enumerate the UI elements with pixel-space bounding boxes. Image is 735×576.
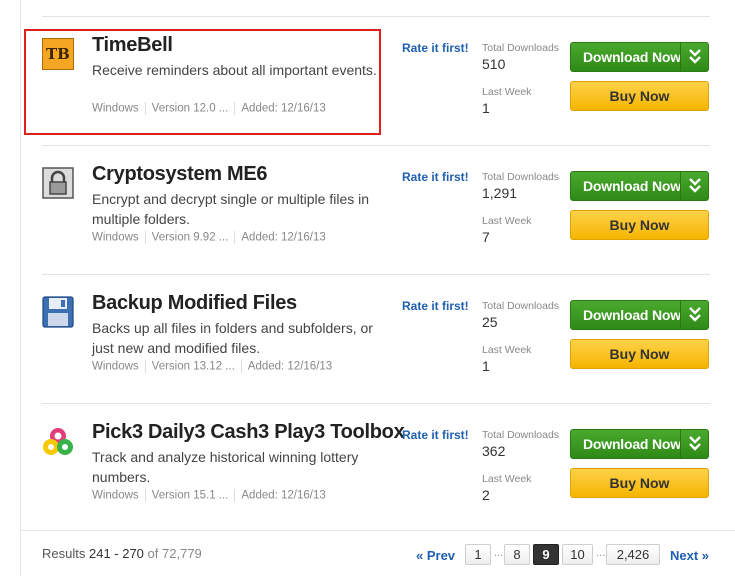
page-9-current[interactable]: 9 [533,544,559,565]
app-meta: Windows Version 12.0 ... Added: 12/16/13 [92,102,326,115]
chevron-down-icon[interactable] [683,304,707,326]
results-count: Results 241 - 270 of 72,779 [42,546,202,561]
app-meta: Windows Version 9.92 ... Added: 12/16/13 [92,231,326,244]
platform-label: Windows [92,102,139,115]
last-week-label: Last Week [482,215,532,227]
chevron-down-icon[interactable] [683,175,707,197]
buy-now-button[interactable]: Buy Now [570,81,709,111]
buy-now-button[interactable]: Buy Now [570,210,709,240]
total-downloads-label: Total Downloads [482,42,560,54]
last-page-button[interactable]: 2,426 [606,544,660,565]
floppy-disk-icon[interactable] [42,296,74,328]
platform-label: Windows [92,231,139,244]
buy-now-button[interactable]: Buy Now [570,468,709,498]
download-now-button[interactable]: Download Now [570,300,709,330]
download-now-button[interactable]: Download Now [570,171,709,201]
last-week-label: Last Week [482,86,532,98]
timebell-app-icon[interactable]: TB [42,38,74,70]
download-now-button[interactable]: Download Now [570,429,709,459]
results-of: of [147,546,159,561]
version-label: Version 12.0 ... [151,102,229,115]
rate-link[interactable]: Rate it first! [402,41,469,55]
total-downloads-value: 25 [482,314,498,330]
last-week-value: 1 [482,100,490,116]
page-1-button[interactable]: 1 [465,544,491,565]
app-meta: Windows Version 15.1 ... Added: 12/16/13 [92,489,326,502]
last-week-value: 7 [482,229,490,245]
list-item: TB TimeBell Receive reminders about all … [42,17,710,146]
version-label: Version 15.1 ... [151,489,229,502]
pagination-ellipsis: ... [494,547,504,559]
buy-now-button[interactable]: Buy Now [570,339,709,369]
download-label: Download Now [583,307,681,323]
total-downloads-label: Total Downloads [482,300,560,312]
page-8-button[interactable]: 8 [504,544,530,565]
rate-link[interactable]: Rate it first! [402,299,469,313]
results-total: 72,779 [162,546,202,561]
list-item: Backup Modified Files Backs up all files… [42,275,710,404]
padlock-icon[interactable] [42,167,74,199]
pagination-ellipsis: ... [596,547,606,559]
page-10-button[interactable]: 10 [562,544,593,565]
total-downloads-label: Total Downloads [482,429,560,441]
divider [20,530,735,531]
app-description: Encrypt and decrypt single or multiple f… [92,191,370,227]
download-label: Download Now [583,436,681,452]
next-page-link[interactable]: Next » [670,548,709,563]
rate-link[interactable]: Rate it first! [402,170,469,184]
lottery-balls-icon[interactable] [42,425,74,457]
last-week-label: Last Week [482,344,532,356]
chevron-down-icon[interactable] [683,433,707,455]
app-title[interactable]: Cryptosystem ME6 [92,163,268,186]
last-week-value: 2 [482,487,490,503]
version-label: Version 13.12 ... [151,360,235,373]
added-date: Added: 12/16/13 [241,231,326,244]
app-title[interactable]: Pick3 Daily3 Cash3 Play3 Toolbox [92,421,405,444]
total-downloads-value: 1,291 [482,185,518,201]
download-now-button[interactable]: Download Now [570,42,709,72]
total-downloads-label: Total Downloads [482,171,560,183]
chevron-down-icon[interactable] [683,46,707,68]
app-title[interactable]: Backup Modified Files [92,292,297,315]
results-prefix: Results [42,546,86,561]
last-week-value: 1 [482,358,490,374]
rate-link[interactable]: Rate it first! [402,428,469,442]
app-title[interactable]: TimeBell [92,34,173,57]
app-description: Receive reminders about all important ev… [92,62,377,78]
prev-page-link[interactable]: « Prev [416,548,455,563]
last-week-label: Last Week [482,473,532,485]
app-description: Track and analyze historical winning lot… [92,449,359,485]
total-downloads-value: 510 [482,56,506,72]
download-label: Download Now [583,178,681,194]
added-date: Added: 12/16/13 [241,489,326,502]
version-label: Version 9.92 ... [151,231,229,244]
platform-label: Windows [92,360,139,373]
download-label: Download Now [583,49,681,65]
platform-label: Windows [92,489,139,502]
list-item: Cryptosystem ME6 Encrypt and decrypt sin… [42,146,710,275]
added-date: Added: 12/16/13 [241,102,326,115]
app-meta: Windows Version 13.12 ... Added: 12/16/13 [92,360,332,373]
total-downloads-value: 362 [482,443,506,459]
icon-label: TB [46,45,70,63]
app-description: Backs up all files in folders and subfol… [92,320,373,356]
added-date: Added: 12/16/13 [247,360,333,373]
list-item: Pick3 Daily3 Cash3 Play3 Toolbox Track a… [42,404,710,533]
results-range: 241 - 270 [88,546,144,561]
